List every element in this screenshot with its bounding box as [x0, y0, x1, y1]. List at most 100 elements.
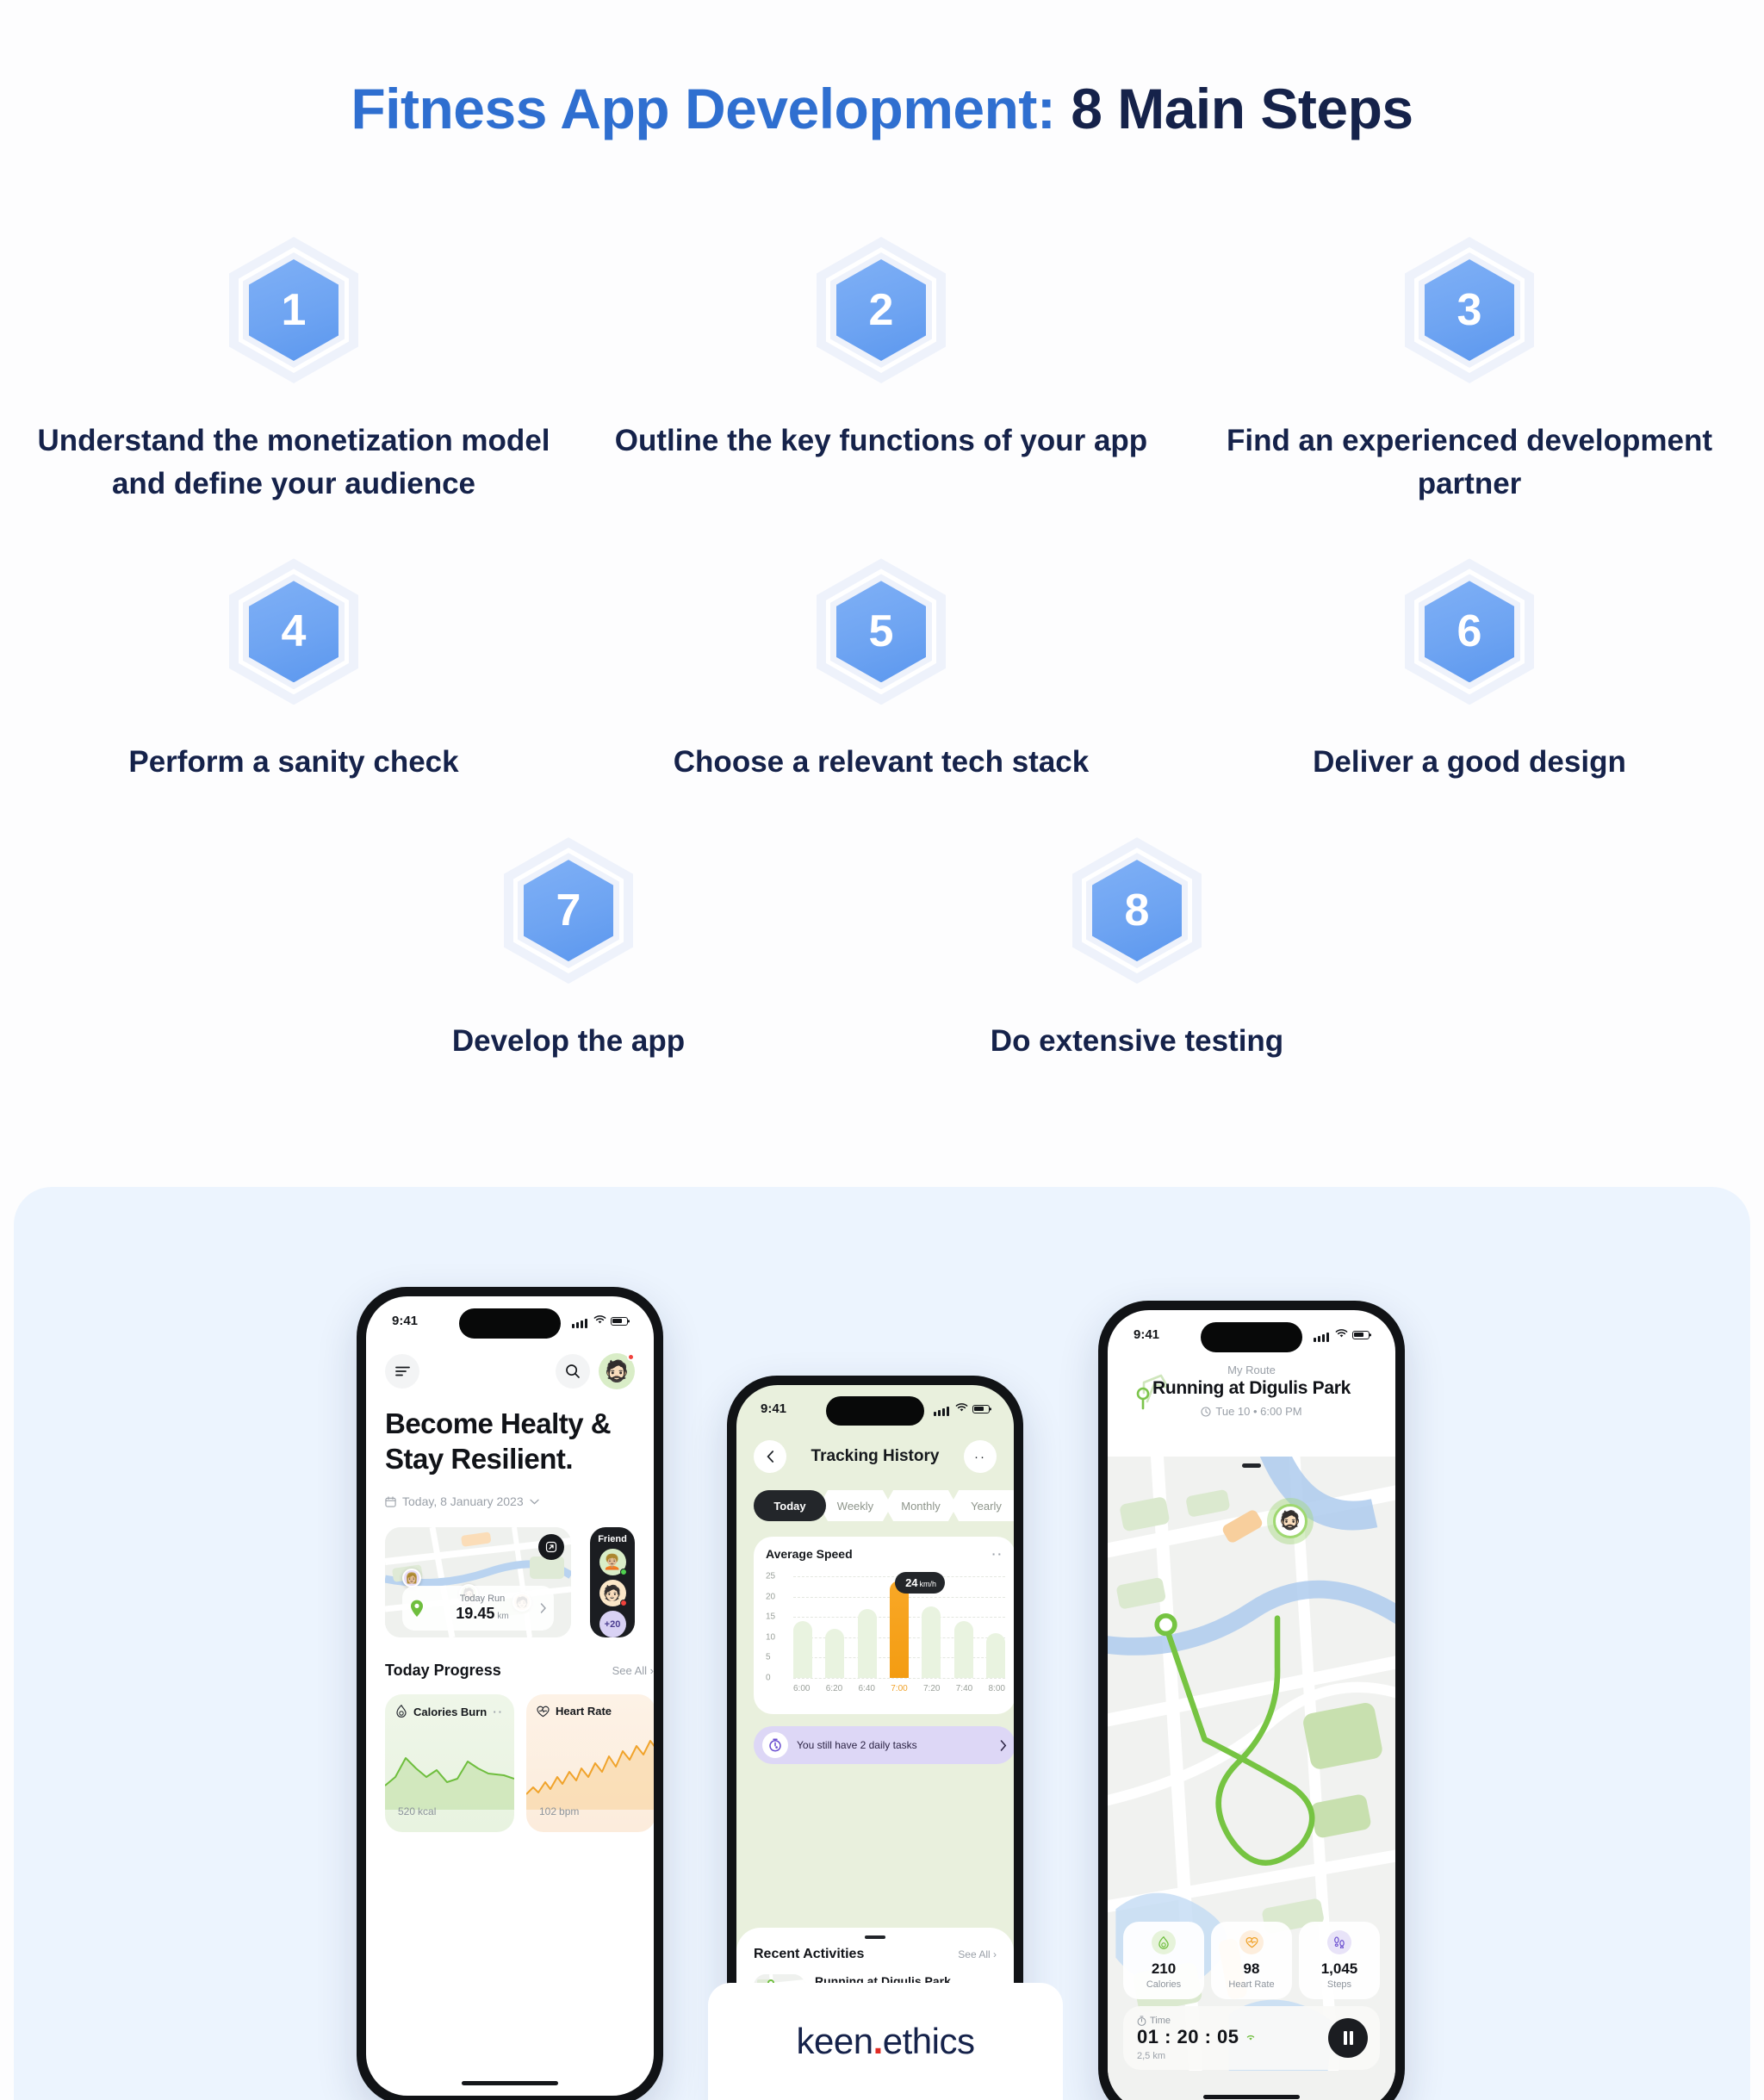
- phone1-calories-card[interactable]: Calories Burn ·· 520 kcal: [385, 1694, 514, 1832]
- stat-steps: 1,045 Steps: [1299, 1922, 1380, 1999]
- flame-icon: [1152, 1930, 1176, 1954]
- phone2-status-bar: 9:41: [736, 1385, 1014, 1416]
- friend-avatar-2[interactable]: 🧑🏻: [599, 1580, 627, 1606]
- phone3-datetime: Tue 10 • 6:00 PM: [1108, 1405, 1395, 1418]
- phone3-header: My Route Running at Digulis Park Tue 10 …: [1108, 1364, 1395, 1418]
- wifi-icon: [1335, 1327, 1348, 1342]
- phone2-status-time: 9:41: [761, 1401, 787, 1416]
- phone3-screen: 9:41 My Route Running at Digulis Park Tu…: [1108, 1310, 1395, 2100]
- step-8-number: 8: [1124, 885, 1150, 936]
- phone2-status-icons: [934, 1401, 990, 1416]
- calories-card-title: Calories Burn: [413, 1705, 488, 1718]
- chevron-right-icon: [1000, 1739, 1007, 1751]
- stat-heartrate-label: Heart Rate: [1228, 1979, 1275, 1990]
- phone2-navbar: Tracking History ··: [736, 1440, 1014, 1473]
- phone1-heartrate-card[interactable]: Heart Rate 102 bpm: [526, 1694, 654, 1832]
- phone1-date-selector[interactable]: Today, 8 January 2023: [385, 1494, 539, 1508]
- phone-mockup-route: 9:41 My Route Running at Digulis Park Tu…: [1098, 1301, 1405, 2100]
- chart-x-tick: 6:40: [858, 1684, 875, 1693]
- stat-calories: 210 Calories: [1123, 1922, 1204, 1999]
- phone3-timer-card: Time 01 : 20 : 05 2,5 km: [1123, 2006, 1380, 2070]
- progress-title: Today Progress: [385, 1662, 501, 1679]
- chart-bar[interactable]: [953, 1620, 973, 1678]
- map-user-marker[interactable]: 🧔🏻: [1273, 1504, 1307, 1538]
- calories-card-value: 520 kcal: [398, 1805, 437, 1817]
- infographic-page: Fitness App Development: 8 Main Steps 1 …: [0, 0, 1764, 2100]
- phone3-title: Running at Digulis Park: [1152, 1378, 1351, 1398]
- friends-title: Friend: [598, 1534, 627, 1544]
- run-unit: km: [497, 1612, 509, 1621]
- chart-bar[interactable]: [793, 1620, 812, 1678]
- step-5-number: 5: [868, 606, 894, 657]
- friends-more-badge[interactable]: +20: [599, 1611, 626, 1637]
- step-3-label: Find an experienced development partner: [1226, 424, 1713, 500]
- more-dots-icon[interactable]: ··: [493, 1705, 504, 1718]
- recent-see-all[interactable]: See All ›: [958, 1948, 997, 1960]
- heart-pulse-icon: [1239, 1930, 1264, 1954]
- phone2-period-tabs: Today Weekly Monthly Yearly: [754, 1490, 1014, 1521]
- step-8: 8 Do extensive testing: [853, 837, 1421, 1063]
- clock-icon: [1201, 1406, 1211, 1417]
- chart-bar[interactable]: [922, 1606, 941, 1678]
- step-7: 7 Develop the app: [284, 837, 853, 1063]
- step-6-label: Deliver a good design: [1313, 745, 1626, 780]
- search-icon[interactable]: [556, 1354, 590, 1389]
- tab-monthly[interactable]: Monthly: [885, 1490, 957, 1521]
- signal-icon: [572, 1314, 589, 1328]
- run-label: Today Run: [459, 1594, 506, 1604]
- chart-more-icon[interactable]: ··: [992, 1547, 1003, 1561]
- phone2-task-banner[interactable]: You still have 2 daily tasks: [754, 1726, 1014, 1764]
- progress-see-all[interactable]: See All ›: [612, 1664, 654, 1677]
- chart-plot-area: 25 20 15 10 5 0 24 km/h: [766, 1572, 1005, 1683]
- chart-bar[interactable]: [889, 1580, 909, 1678]
- phone1-map-card[interactable]: 👩🏼 🧔🏻 🧑🏻 Today Run 19.45km: [385, 1527, 571, 1637]
- location-pin-icon: [411, 1600, 423, 1617]
- more-options-button[interactable]: ··: [963, 1440, 997, 1473]
- step-1-hex-badge: 1: [229, 237, 358, 383]
- stat-steps-value: 1,045: [1320, 1960, 1358, 1977]
- home-indicator: [462, 2081, 558, 2085]
- stopwatch-icon: [1137, 2015, 1146, 2026]
- avatar[interactable]: 🧔🏻: [599, 1353, 635, 1389]
- recent-title: Recent Activities: [754, 1947, 865, 1961]
- chart-bar[interactable]: [825, 1629, 845, 1678]
- phone3-map[interactable]: 🧔🏻: [1108, 1457, 1395, 2100]
- expand-icon[interactable]: [538, 1534, 564, 1560]
- tab-weekly[interactable]: Weekly: [819, 1490, 891, 1521]
- tab-yearly[interactable]: Yearly: [950, 1490, 1014, 1521]
- timer-value: 01 : 20 : 05: [1137, 2026, 1257, 2048]
- friend-avatar-1[interactable]: 🧑🏼‍🦱: [599, 1549, 627, 1575]
- step-7-number: 7: [556, 885, 581, 936]
- signal-icon: [934, 1401, 951, 1416]
- phone1-status-bar: 9:41: [366, 1296, 654, 1328]
- steps-row-2: 4 Perform a sanity check 5 Choose a rele…: [0, 558, 1764, 784]
- gps-signal-icon: [1246, 2035, 1254, 2041]
- chart-bar[interactable]: [985, 1633, 1005, 1678]
- timer-label: Time: [1137, 2016, 1257, 2026]
- pause-button[interactable]: [1328, 2018, 1368, 2058]
- battery-icon: [611, 1316, 628, 1326]
- step-1: 1 Understand the monetization model and …: [0, 237, 587, 505]
- back-button[interactable]: [754, 1440, 786, 1473]
- logo-part2: ethics: [882, 2021, 975, 2061]
- chart-bar[interactable]: [857, 1608, 877, 1678]
- phone1-friends-panel[interactable]: Friend 🧑🏼‍🦱 🧑🏻 +20: [590, 1527, 635, 1637]
- tab-today[interactable]: Today: [754, 1490, 826, 1521]
- sheet-grabber[interactable]: [865, 1935, 885, 1939]
- chart-y-tick: 0: [766, 1673, 771, 1683]
- notification-dot: [627, 1353, 635, 1361]
- brand-logo: keen.ethics: [797, 2021, 975, 2062]
- chart-gridline: [793, 1678, 1005, 1679]
- step-4: 4 Perform a sanity check: [0, 558, 587, 784]
- step-6-number: 6: [1457, 606, 1482, 657]
- page-title-rest: 8 Main Steps: [1055, 77, 1413, 140]
- phone1-date-text: Today, 8 January 2023: [402, 1494, 524, 1508]
- phone1-run-summary[interactable]: Today Run 19.45 km: [402, 1586, 554, 1631]
- map-sheet-grabber[interactable]: [1242, 1463, 1261, 1468]
- steps-row-3: 7 Develop the app 8 Do extensive testing: [0, 837, 1764, 1063]
- phone1-progress-header: Today Progress See All ›: [385, 1662, 654, 1680]
- chart-y-tick: 20: [766, 1592, 776, 1602]
- chart-y-tick: 5: [766, 1652, 771, 1662]
- hamburger-icon[interactable]: [385, 1354, 419, 1389]
- battery-icon: [972, 1404, 990, 1413]
